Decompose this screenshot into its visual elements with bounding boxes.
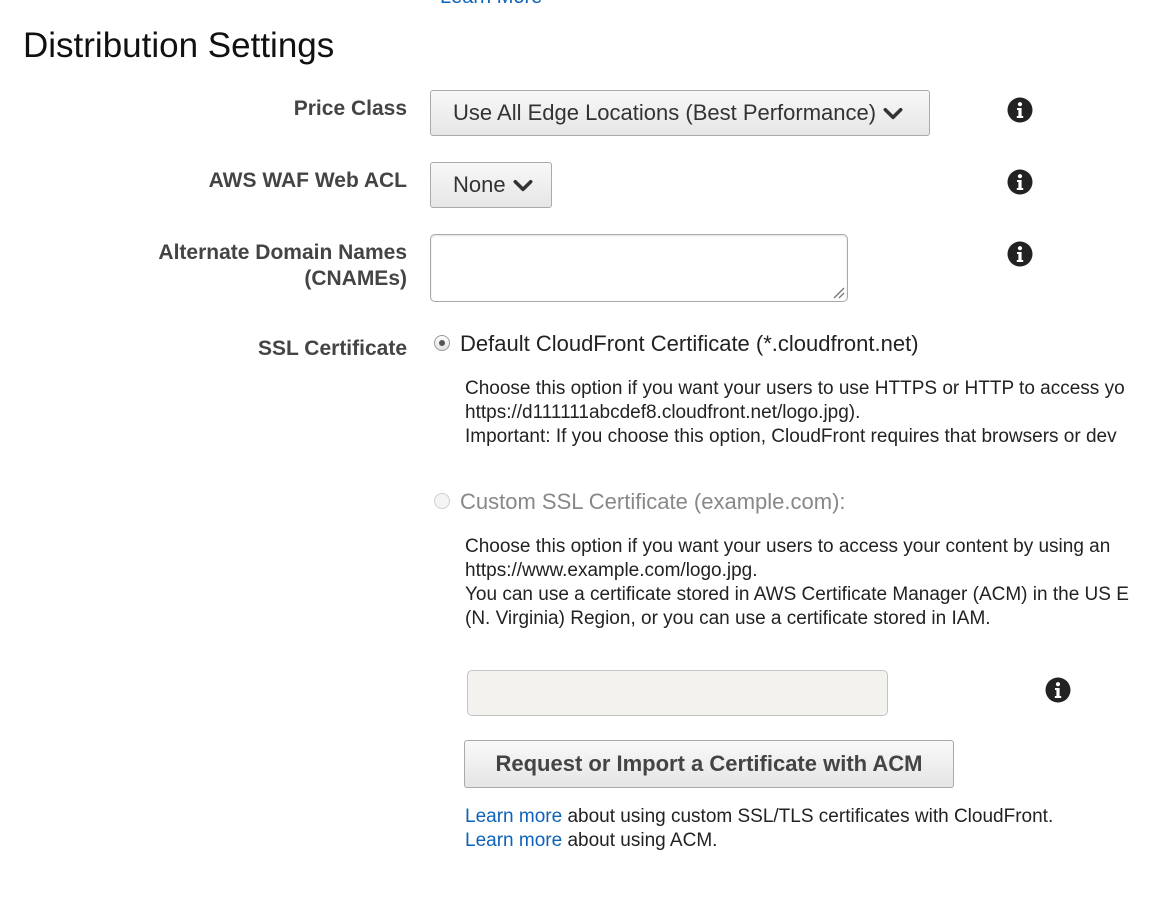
help-text-2: about using ACM.: [562, 830, 718, 851]
default-certificate-option-label[interactable]: Default CloudFront Certificate (*.cloudf…: [460, 331, 919, 357]
request-acm-certificate-button[interactable]: Request or Import a Certificate with ACM: [464, 740, 954, 788]
learn-more-link-top[interactable]: Learn More: [440, 0, 542, 9]
help-line-2: Learn more about using ACM.: [465, 829, 1053, 853]
price-class-value: Use All Edge Locations (Best Performance…: [453, 100, 877, 125]
desc-line: Important: If you choose this option, Cl…: [465, 426, 1117, 447]
custom-certificate-option-label[interactable]: Custom SSL Certificate (example.com):: [460, 489, 846, 515]
cnames-textarea[interactable]: [430, 234, 848, 302]
desc-line: (N. Virginia) Region, or you can use a c…: [465, 608, 991, 629]
desc-line: Choose this option if you want your user…: [465, 378, 1125, 399]
custom-certificate-radio[interactable]: [434, 493, 450, 509]
chevron-down-icon: [513, 179, 533, 192]
custom-certificate-input[interactable]: [467, 670, 888, 716]
info-icon[interactable]: [1045, 677, 1071, 703]
cnames-label: Alternate Domain Names (CNAMEs): [158, 240, 407, 292]
resize-grip-icon[interactable]: [831, 285, 845, 299]
learn-more-acm-link[interactable]: Learn more: [465, 830, 562, 851]
default-certificate-description: Choose this option if you want your user…: [465, 377, 1125, 449]
default-certificate-radio[interactable]: [434, 335, 450, 351]
chevron-down-icon: [883, 107, 903, 120]
desc-line: Choose this option if you want your user…: [465, 536, 1111, 557]
desc-line: https://www.example.com/logo.jpg.: [465, 560, 758, 581]
cnames-label-line2: (CNAMEs): [304, 267, 407, 290]
waf-select[interactable]: None: [430, 162, 552, 208]
desc-line: You can use a certificate stored in AWS …: [465, 584, 1129, 605]
info-icon[interactable]: [1007, 97, 1033, 123]
price-class-label: Price Class: [293, 97, 407, 120]
ssl-help-text: Learn more about using custom SSL/TLS ce…: [465, 805, 1053, 853]
info-icon[interactable]: [1007, 241, 1033, 267]
learn-more-ssl-link[interactable]: Learn more: [465, 806, 562, 827]
help-line-1: Learn more about using custom SSL/TLS ce…: [465, 805, 1053, 829]
desc-line: https://d111111abcdef8.cloudfront.net/lo…: [465, 402, 861, 423]
custom-certificate-description: Choose this option if you want your user…: [465, 535, 1129, 631]
price-class-select[interactable]: Use All Edge Locations (Best Performance…: [430, 90, 930, 136]
ssl-certificate-label: SSL Certificate: [258, 337, 407, 360]
radio-selected-dot: [439, 340, 445, 346]
section-title: Distribution Settings: [23, 26, 335, 65]
waf-label: AWS WAF Web ACL: [208, 169, 407, 192]
cnames-label-line1: Alternate Domain Names: [158, 241, 407, 264]
waf-value: None: [453, 172, 506, 197]
help-text-1: about using custom SSL/TLS certificates …: [562, 806, 1054, 827]
info-icon[interactable]: [1007, 169, 1033, 195]
